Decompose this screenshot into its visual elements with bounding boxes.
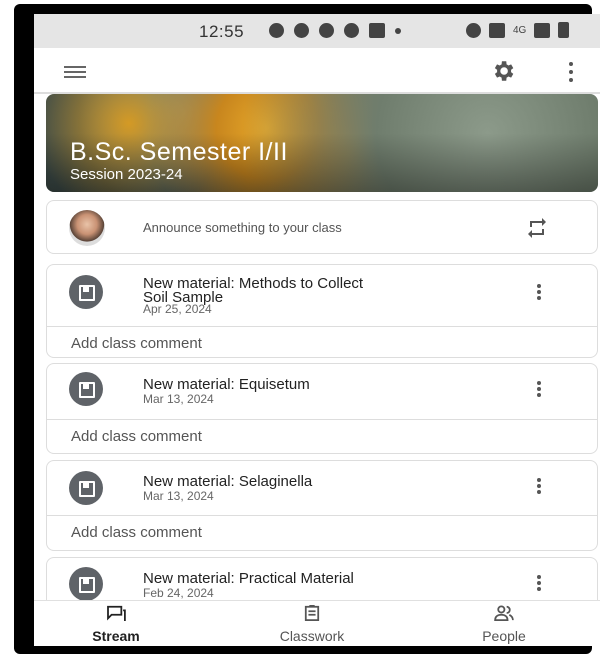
signal-icon (534, 22, 551, 38)
class-title: B.Sc. Semester I/II (70, 138, 288, 166)
post-date: Mar 13, 2024 (143, 392, 214, 406)
post-title[interactable]: New material: Selaginella (143, 474, 312, 489)
nav-label: People (482, 628, 526, 644)
divider (47, 419, 597, 420)
post-card[interactable]: New material: Equisetum Mar 13, 2024 Add… (46, 363, 598, 454)
post-card[interactable]: New material: Methods to Collect Soil Sa… (46, 264, 598, 358)
divider (47, 515, 597, 516)
more-options-icon[interactable] (567, 62, 575, 82)
post-date: Apr 25, 2024 (143, 302, 212, 316)
app-bar (34, 48, 600, 94)
alarm-icon (466, 22, 481, 38)
material-icon (69, 471, 103, 505)
class-banner: B.Sc. Semester I/II Session 2023-24 (46, 94, 598, 192)
post-more-icon[interactable] (536, 478, 542, 494)
classwork-icon (304, 605, 320, 621)
volte-icon (489, 22, 505, 38)
add-comment[interactable]: Add class comment (71, 335, 202, 352)
nav-stream[interactable]: Stream (76, 605, 156, 644)
divider (47, 326, 597, 327)
post-title[interactable]: New material: Equisetum (143, 377, 310, 392)
phone-frame: 12:55 4G B.Sc. Semester I/II Session 202… (14, 4, 600, 654)
post-more-icon[interactable] (536, 284, 542, 300)
material-icon (69, 567, 103, 601)
post-card[interactable]: New material: Selaginella Mar 13, 2024 A… (46, 460, 598, 551)
post-date: Mar 13, 2024 (143, 489, 214, 503)
material-icon (69, 275, 103, 309)
post-date: Feb 24, 2024 (143, 586, 214, 600)
notification-icons (269, 23, 401, 38)
message-icon (344, 23, 359, 38)
nav-classwork[interactable]: Classwork (262, 605, 362, 644)
class-session: Session 2023-24 (70, 166, 183, 183)
announce-input[interactable]: Announce something to your class (143, 220, 342, 235)
material-icon (69, 372, 103, 406)
add-comment[interactable]: Add class comment (71, 524, 202, 541)
screen: 12:55 4G B.Sc. Semester I/II Session 202… (34, 14, 600, 646)
people-icon (494, 605, 514, 621)
menu-icon[interactable] (64, 66, 86, 78)
post-title[interactable]: New material: Practical Material (143, 571, 354, 586)
status-time: 12:55 (199, 22, 245, 41)
stream-icon (107, 605, 126, 621)
repost-icon[interactable] (524, 216, 550, 240)
status-bar: 12:55 4G (34, 14, 600, 48)
add-comment[interactable]: Add class comment (71, 428, 202, 445)
battery-icon (558, 22, 570, 38)
instagram-icon (319, 23, 334, 38)
nav-label: Stream (92, 628, 140, 644)
system-icons: 4G (466, 22, 570, 38)
gear-icon[interactable] (490, 58, 516, 84)
post-more-icon[interactable] (536, 575, 542, 591)
network-label: 4G (513, 24, 527, 36)
nav-people[interactable]: People (464, 605, 544, 644)
chat-icon (269, 23, 284, 38)
avatar (69, 210, 105, 246)
location-icon (294, 23, 309, 38)
gallery-icon (369, 23, 385, 38)
post-more-icon[interactable] (536, 381, 542, 397)
dot-icon (395, 27, 401, 34)
announce-box[interactable]: Announce something to your class (46, 200, 598, 254)
bottom-nav: Stream Classwork People (34, 600, 600, 646)
nav-label: Classwork (279, 628, 345, 644)
